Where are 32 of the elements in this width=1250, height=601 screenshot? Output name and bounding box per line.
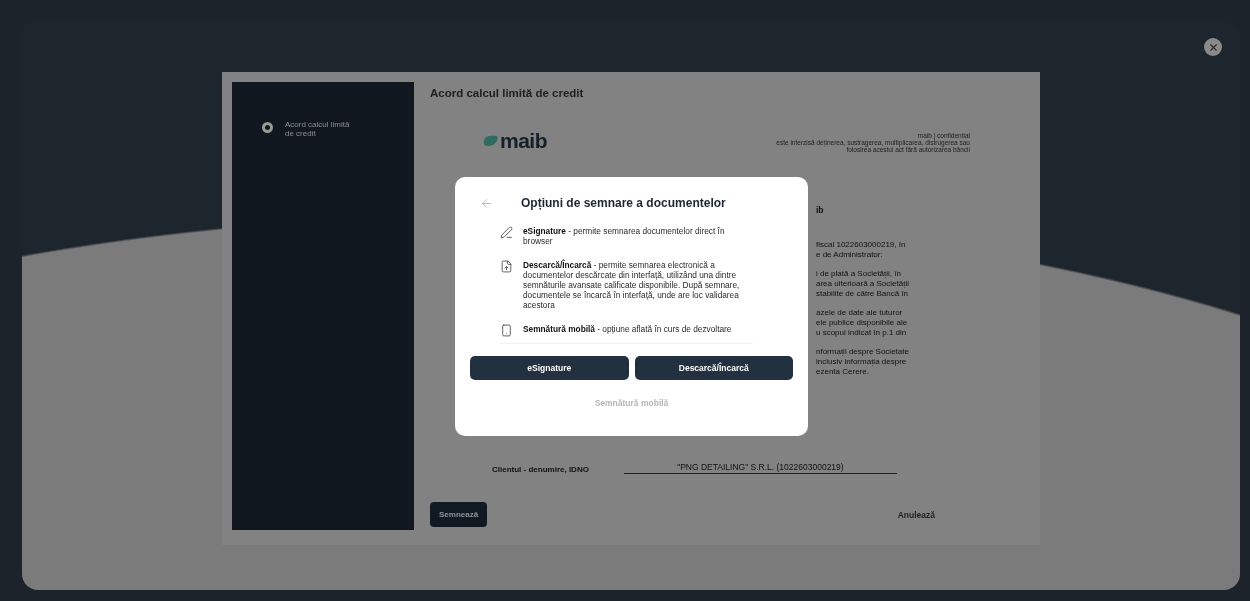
close-icon: [1207, 41, 1219, 53]
step-label: Acord calcul limită de credit: [285, 120, 351, 138]
option-description: eSignature - permite semnarea documentelor direct în browser: [523, 226, 726, 246]
document-title: Acord calcul limită de credit: [430, 87, 585, 99]
step-radio[interactable]: [262, 122, 273, 133]
sign-option-button[interactable]: Descarcă/Încarcă: [634, 356, 793, 380]
document-text: ezenta Cerere.: [816, 367, 870, 377]
document-heading: ib: [816, 205, 825, 215]
document-text: nformații despre Societate: [816, 347, 910, 357]
cancel-button[interactable]: Anulează: [897, 509, 935, 520]
phone-icon: [500, 324, 513, 337]
document-text: fiscal 1022603000219, în: [816, 240, 907, 250]
signature-value: "PNG DETAILING" S.R.L. (1022603000219): [623, 462, 897, 474]
modal-title: Opțiuni de semnare a documentelor: [521, 196, 726, 210]
document-text: stabilite de către Bancă în: [816, 289, 910, 299]
document-text: azele de date ale tuturor: [816, 308, 904, 318]
signature-label: Clientul - denumire, IDNO: [492, 465, 589, 474]
document-text: inclusiv informația despre: [816, 357, 908, 367]
sign-option-button[interactable]: eSignature: [470, 356, 629, 380]
option-description: Descarcă/Încarcă - permite semnarea electronică a documentelor descărcate din interfață, utilizând una dintre semnăturile avansate calificate disponibile. După semnare, documentele se încarcă în interfață, unde are loc validarea acestora: [523, 260, 741, 310]
document-text: e de Administrator:: [816, 250, 884, 260]
logo-text: maib: [500, 129, 547, 153]
logo-icon: [482, 135, 499, 147]
back-arrow-icon: [480, 196, 493, 210]
pen-icon: [500, 226, 513, 239]
document-text: u scopul indicat în p.1 din: [816, 328, 908, 338]
document-text: ele publice disponibile ale: [816, 318, 909, 328]
sign-button[interactable]: Semnează: [430, 502, 488, 527]
document-text: area ulterioară a Societății: [816, 279, 910, 289]
file-icon: [500, 260, 513, 273]
option-description: Semnătură mobilă - opțiune aflată în curs de dezvoltare: [523, 324, 732, 334]
close-button[interactable]: [1204, 38, 1222, 56]
